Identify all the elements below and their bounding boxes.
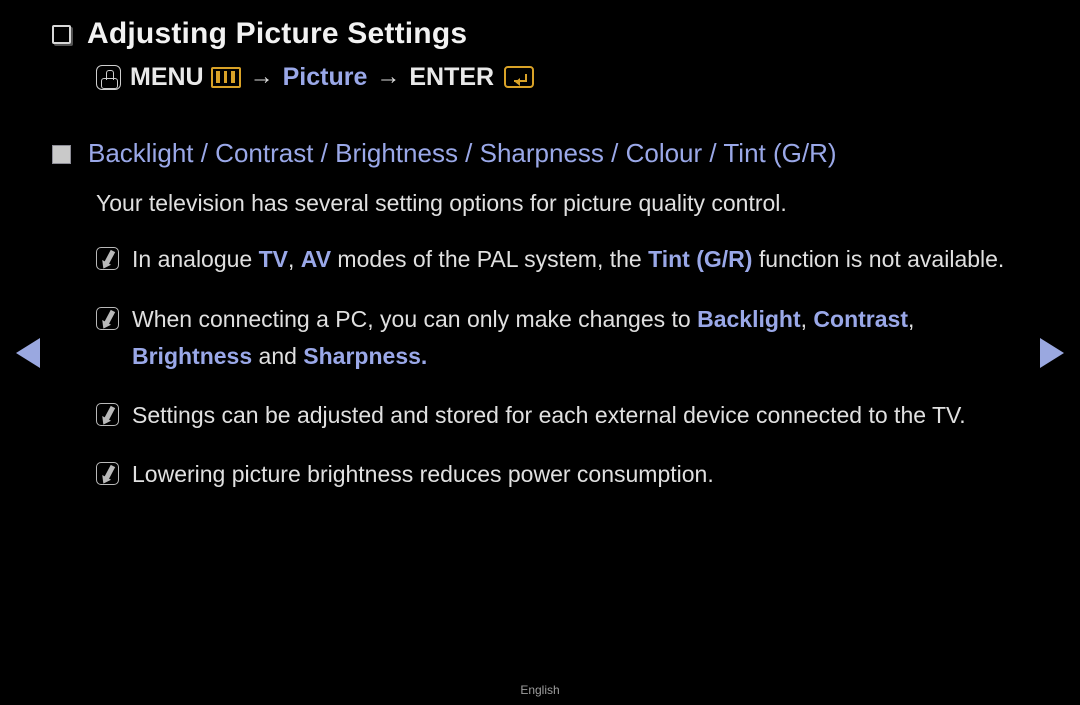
- note-text: In analogue TV, AV modes of the PAL syst…: [132, 246, 1005, 273]
- square-filled-icon: [52, 144, 71, 164]
- section-heading-row: Backlight / Contrast / Brightness / Shar…: [52, 137, 1020, 171]
- menu-bars-icon: [210, 66, 241, 88]
- note-pencil-icon: [96, 306, 119, 330]
- note-item: Settings can be adjusted and stored for …: [96, 397, 1020, 434]
- path-arrow-2: →: [376, 63, 401, 90]
- note-item: Lowering picture brightness reduces powe…: [96, 456, 1020, 493]
- enter-label: ENTER: [409, 62, 495, 91]
- note-text: Lowering picture brightness reduces powe…: [132, 461, 714, 488]
- section-heading: Backlight / Contrast / Brightness / Shar…: [88, 137, 837, 168]
- enter-key-icon: [504, 66, 535, 88]
- page-title: Adjusting Picture Settings: [87, 17, 468, 50]
- note-item: When connecting a PC, you can only make …: [96, 301, 1020, 376]
- path-arrow-1: →: [249, 63, 274, 90]
- note-pencil-icon: [96, 403, 119, 427]
- square-outline-icon: [52, 25, 71, 44]
- note-text: When connecting a PC, you can only make …: [132, 305, 915, 369]
- section-description: Your television has several setting opti…: [96, 190, 787, 217]
- note-pencil-icon: [96, 462, 119, 486]
- note-pencil-icon: [96, 247, 119, 271]
- page-title-row: Adjusting Picture Settings: [52, 14, 1020, 55]
- footer-language: English: [520, 683, 560, 697]
- menu-path: MENU → Picture → ENTER: [96, 63, 1020, 92]
- picture-label: Picture: [282, 62, 368, 91]
- menu-label: MENU: [130, 62, 204, 91]
- note-text: Settings can be adjusted and stored for …: [132, 402, 966, 429]
- hand-press-icon: [96, 64, 121, 90]
- manual-page: Adjusting Picture Settings MENU → Pictur…: [0, 0, 1080, 705]
- note-item: In analogue TV, AV modes of the PAL syst…: [96, 241, 1020, 278]
